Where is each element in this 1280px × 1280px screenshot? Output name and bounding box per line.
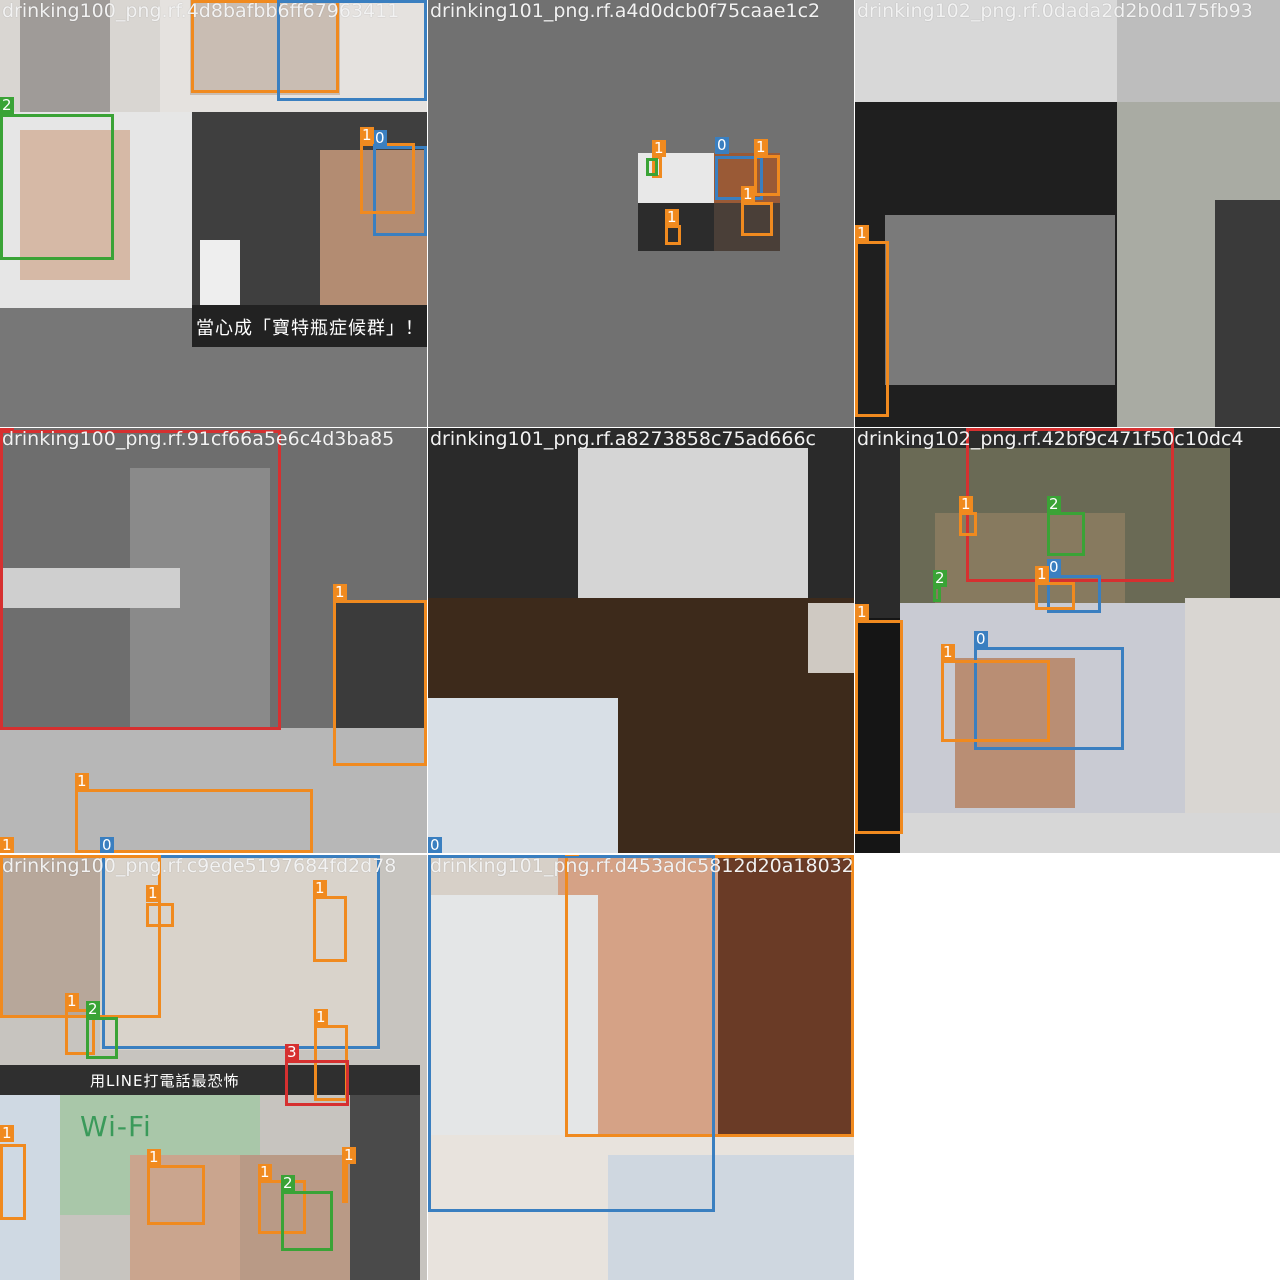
bbox-class-2	[0, 114, 114, 260]
bbox-class-2	[1047, 512, 1085, 556]
class-label-0: 0	[715, 136, 729, 154]
bbox-class-1	[1035, 582, 1075, 610]
bbox-class-0	[428, 855, 715, 1212]
mosaic-tile-8: drinking101_png.rf.d453adc5812d20a18032 …	[428, 855, 854, 1280]
class-label-2: 2	[86, 1000, 100, 1018]
class-label-1: 1	[855, 603, 869, 621]
class-label-1: 1	[147, 1148, 161, 1166]
bbox-class-2	[933, 586, 941, 602]
class-label-2: 2	[0, 96, 14, 114]
bbox-class-1	[147, 1165, 205, 1225]
mosaic-tile-7: 用LINE打電話最恐怖 Wi-Fi drinking100_png.rf.c9e…	[0, 855, 427, 1280]
class-label-1: 1	[855, 224, 869, 242]
class-label-1: 1	[941, 643, 955, 661]
tile-filename: drinking101_png.rf.a8273858c75ad666c	[430, 428, 817, 450]
class-label-1: 1	[0, 1124, 14, 1142]
tile-filename: drinking100_png.rf.c9ede5197684fd2d78	[2, 855, 397, 877]
class-label-1: 1	[0, 836, 14, 853]
bbox-class-1	[146, 903, 174, 927]
bbox-class-1	[855, 620, 903, 834]
bbox-class-1	[855, 241, 889, 417]
class-label-1: 1	[333, 583, 347, 601]
class-label-0: 0	[100, 836, 114, 853]
mosaic-tile-2: drinking101_png.rf.a4d0dcb0f75caae1c2 1 …	[428, 0, 854, 427]
mosaic-tile-3: drinking102_png.rf.0dada2d2b0d175fb93 1	[855, 0, 1280, 427]
class-label-1: 1	[314, 1008, 328, 1026]
class-label-1: 1	[258, 1163, 272, 1181]
class-label-1: 1	[75, 772, 89, 790]
mosaic-tile-6: drinking102_png.rf.42bf9c471f50c10dc4 3 …	[855, 428, 1280, 853]
bbox-class-1	[0, 1144, 26, 1220]
mosaic-tile-4: drinking100_png.rf.91cf66a5e6c4d3ba85 3 …	[0, 428, 427, 853]
ad-banner-text: 用LINE打電話最恐怖	[90, 1072, 240, 1090]
tile-filename: drinking100_png.rf.4d8bafbb6ff67963411	[2, 0, 400, 22]
class-label-1: 1	[313, 879, 327, 897]
class-label-3: 3	[285, 1043, 299, 1061]
class-label-1: 1	[652, 139, 666, 157]
tile-filename: drinking101_png.rf.a4d0dcb0f75caae1c2	[430, 0, 821, 22]
class-label-1: 1	[65, 992, 79, 1010]
class-label-1: 1	[360, 126, 374, 144]
bbox-class-1	[959, 512, 977, 536]
bbox-class-3	[0, 430, 281, 730]
class-label-0: 0	[1047, 558, 1061, 576]
class-label-1: 1	[959, 495, 973, 513]
bbox-class-1	[754, 155, 780, 196]
bbox-class-3	[966, 428, 1174, 582]
class-label-1: 1	[342, 1146, 356, 1164]
class-label-1: 1	[665, 208, 679, 226]
tile-filename: drinking100_png.rf.91cf66a5e6c4d3ba85	[2, 428, 395, 450]
bbox-class-1	[360, 143, 415, 214]
bbox-class-1	[665, 225, 681, 245]
class-label-2: 2	[1047, 495, 1061, 513]
class-label-1: 1	[754, 138, 768, 156]
bbox-class-1	[941, 660, 1050, 742]
video-subtitle: 當心成「寶特瓶症候群」！	[196, 318, 424, 339]
bbox-class-1	[333, 600, 427, 766]
bbox-class-1	[0, 855, 161, 1018]
class-label-0: 0	[373, 129, 387, 147]
bbox-class-1	[342, 1163, 348, 1203]
bbox-class-3	[285, 1060, 349, 1106]
tile-filename: drinking102_png.rf.0dada2d2b0d175fb93	[857, 0, 1253, 22]
class-label-0: 0	[428, 836, 442, 853]
class-label-0: 0	[974, 630, 988, 648]
bbox-class-1	[313, 896, 347, 962]
tile-filename: drinking101_png.rf.d453adc5812d20a18032	[430, 855, 854, 877]
mosaic-tile-5: drinking101_png.rf.a8273858c75ad666c 0	[428, 428, 854, 853]
tile-filename: drinking102_png.rf.42bf9c471f50c10dc4	[857, 428, 1244, 450]
bbox-class-1	[741, 202, 773, 236]
wifi-text: Wi-Fi	[80, 1110, 152, 1143]
mosaic-tile-1: 當心成「寶特瓶症候群」！ drinking100_png.rf.4d8bafbb…	[0, 0, 427, 427]
class-label-1: 1	[741, 185, 755, 203]
class-label-1: 1	[1035, 565, 1049, 583]
bbox-class-2	[86, 1017, 118, 1059]
bbox-class-2	[646, 158, 658, 176]
class-label-1: 1	[146, 884, 160, 902]
class-label-2: 2	[933, 569, 947, 587]
bbox-class-2	[281, 1191, 333, 1251]
class-label-2: 2	[281, 1174, 295, 1192]
